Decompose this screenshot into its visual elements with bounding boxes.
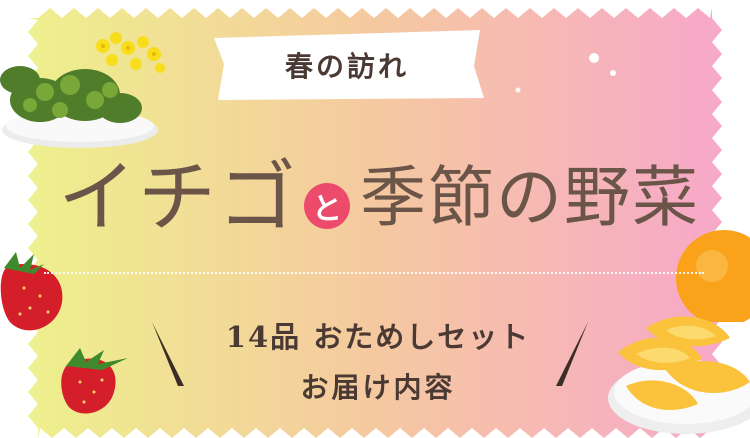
headline: イチゴ と 季節の野菜: [58, 148, 700, 248]
headline-left: イチゴ: [58, 153, 299, 243]
left-slash-accent: [152, 322, 184, 386]
headline-connector-badge: と: [304, 183, 351, 229]
strawberry-image: [0, 252, 63, 331]
tag-label: 春の訪れ: [284, 50, 409, 83]
banner: 春の訪れ イチゴ と 季節の野菜 14品 おためしセット お届け内容: [0, 0, 750, 438]
dotted-divider: [44, 272, 704, 274]
headline-right: 季節の野菜: [360, 159, 701, 236]
subtitle-contents: お届け内容: [300, 371, 456, 404]
subtitle-set: 14品 おためしセット: [225, 320, 531, 354]
yellow-flowers-image: [96, 32, 165, 73]
strawberry-image: [61, 348, 128, 414]
grapefruit-segments-image: [608, 316, 750, 434]
